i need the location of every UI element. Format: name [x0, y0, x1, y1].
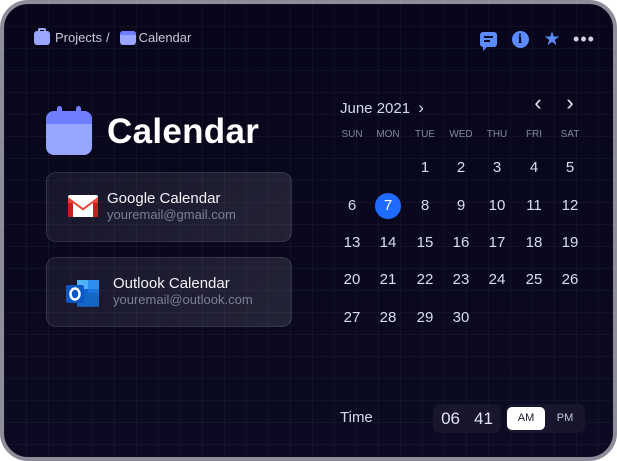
calendar-day[interactable]: 16	[443, 230, 479, 256]
am-button[interactable]: AM	[507, 407, 545, 430]
info-button[interactable]: i	[509, 28, 531, 50]
weekday-label: TUE	[415, 129, 435, 140]
calendar-day[interactable]: 3	[479, 155, 515, 181]
weekday-label: FRI	[525, 129, 543, 140]
calendar-day[interactable]: 14	[370, 230, 406, 256]
chat-icon	[479, 31, 497, 51]
weekday-label: MON	[376, 129, 400, 140]
account-email: youremail@outlook.com	[113, 292, 253, 307]
calendar-day[interactable]: 2	[443, 155, 479, 181]
calendar-day[interactable]: 11	[516, 193, 552, 219]
weekday-label: THU	[486, 129, 508, 140]
calendar-icon	[119, 30, 136, 45]
favorite-button[interactable]: ★	[541, 28, 563, 50]
breadcrumb-current[interactable]: Calendar	[139, 30, 192, 45]
calendar-day[interactable]: 20	[334, 267, 370, 293]
calendar-day[interactable]: 17	[479, 230, 515, 256]
star-icon: ★	[543, 28, 561, 50]
page-title: Calendar	[107, 112, 260, 151]
more-button[interactable]: •••	[573, 28, 595, 50]
more-icon: •••	[573, 29, 595, 49]
account-name: Google Calendar	[107, 190, 221, 207]
weekday-label: SUN	[341, 129, 363, 140]
calendar-day[interactable]: 30	[443, 305, 479, 331]
chevron-right-icon: ›	[418, 98, 424, 117]
calendar-day[interactable]: 4	[516, 155, 552, 181]
calendar-day[interactable]: 8	[407, 193, 443, 219]
calendar-day[interactable]: 26	[552, 267, 588, 293]
calendar-day[interactable]: 15	[407, 230, 443, 256]
calendar-day[interactable]: 10	[479, 193, 515, 219]
calendar-app-icon	[46, 106, 92, 155]
calendar-day[interactable]: 12	[552, 193, 588, 219]
calendar-day[interactable]: 22	[407, 267, 443, 293]
calendar-day[interactable]: 19	[552, 230, 588, 256]
weekday-label: SAT	[560, 129, 580, 140]
calendar-day[interactable]: 25	[516, 267, 552, 293]
calendar-day[interactable]: 18	[516, 230, 552, 256]
briefcase-icon	[34, 27, 50, 45]
calendar-day[interactable]: 5	[552, 155, 588, 181]
weekday-label: WED	[449, 129, 473, 140]
next-month-button[interactable]: ›	[561, 92, 579, 115]
prev-month-button[interactable]: ‹	[529, 92, 547, 115]
calendar-day[interactable]: 9	[443, 193, 479, 219]
calendar-day[interactable]: 6	[334, 193, 370, 219]
breadcrumb: Projects / Calendar	[34, 27, 192, 45]
calendar-day[interactable]: 28	[370, 305, 406, 331]
account-name: Outlook Calendar	[113, 275, 230, 292]
calendar-day[interactable]: 29	[407, 305, 443, 331]
hour-field[interactable]: 06	[441, 409, 460, 429]
info-icon: i	[511, 30, 529, 48]
chat-button[interactable]	[477, 28, 499, 51]
pm-button[interactable]: PM	[546, 407, 584, 430]
calendar-day[interactable]: 1	[407, 155, 443, 181]
app-window: Projects / Calendar i ★ ••• Calendar Goo…	[0, 0, 617, 461]
breadcrumb-projects[interactable]: Projects	[55, 30, 102, 45]
account-email: youremail@gmail.com	[107, 207, 236, 222]
gmail-icon	[68, 195, 98, 217]
minute-field[interactable]: 41	[474, 409, 493, 429]
time-label: Time	[340, 409, 373, 426]
am-pm-toggle: AM PM	[506, 404, 585, 433]
breadcrumb-separator: /	[105, 30, 110, 45]
google-calendar-card[interactable]: Google Calendar youremail@gmail.com	[46, 172, 292, 242]
calendar-day-selected[interactable]: 7	[370, 193, 406, 219]
month-selector[interactable]: June 2021 ›	[340, 98, 424, 118]
outlook-calendar-card[interactable]: Outlook Calendar youremail@outlook.com	[46, 257, 292, 327]
calendar-day[interactable]: 13	[334, 230, 370, 256]
month-navigation: ‹ ›	[529, 92, 579, 115]
calendar-day[interactable]: 21	[370, 267, 406, 293]
outlook-icon	[66, 280, 99, 307]
calendar-day[interactable]: 23	[443, 267, 479, 293]
time-input[interactable]: 06 41	[433, 404, 501, 433]
header-actions: i ★ •••	[477, 28, 595, 51]
calendar-day[interactable]: 24	[479, 267, 515, 293]
month-label: June 2021	[340, 100, 411, 117]
calendar-day[interactable]: 27	[334, 305, 370, 331]
